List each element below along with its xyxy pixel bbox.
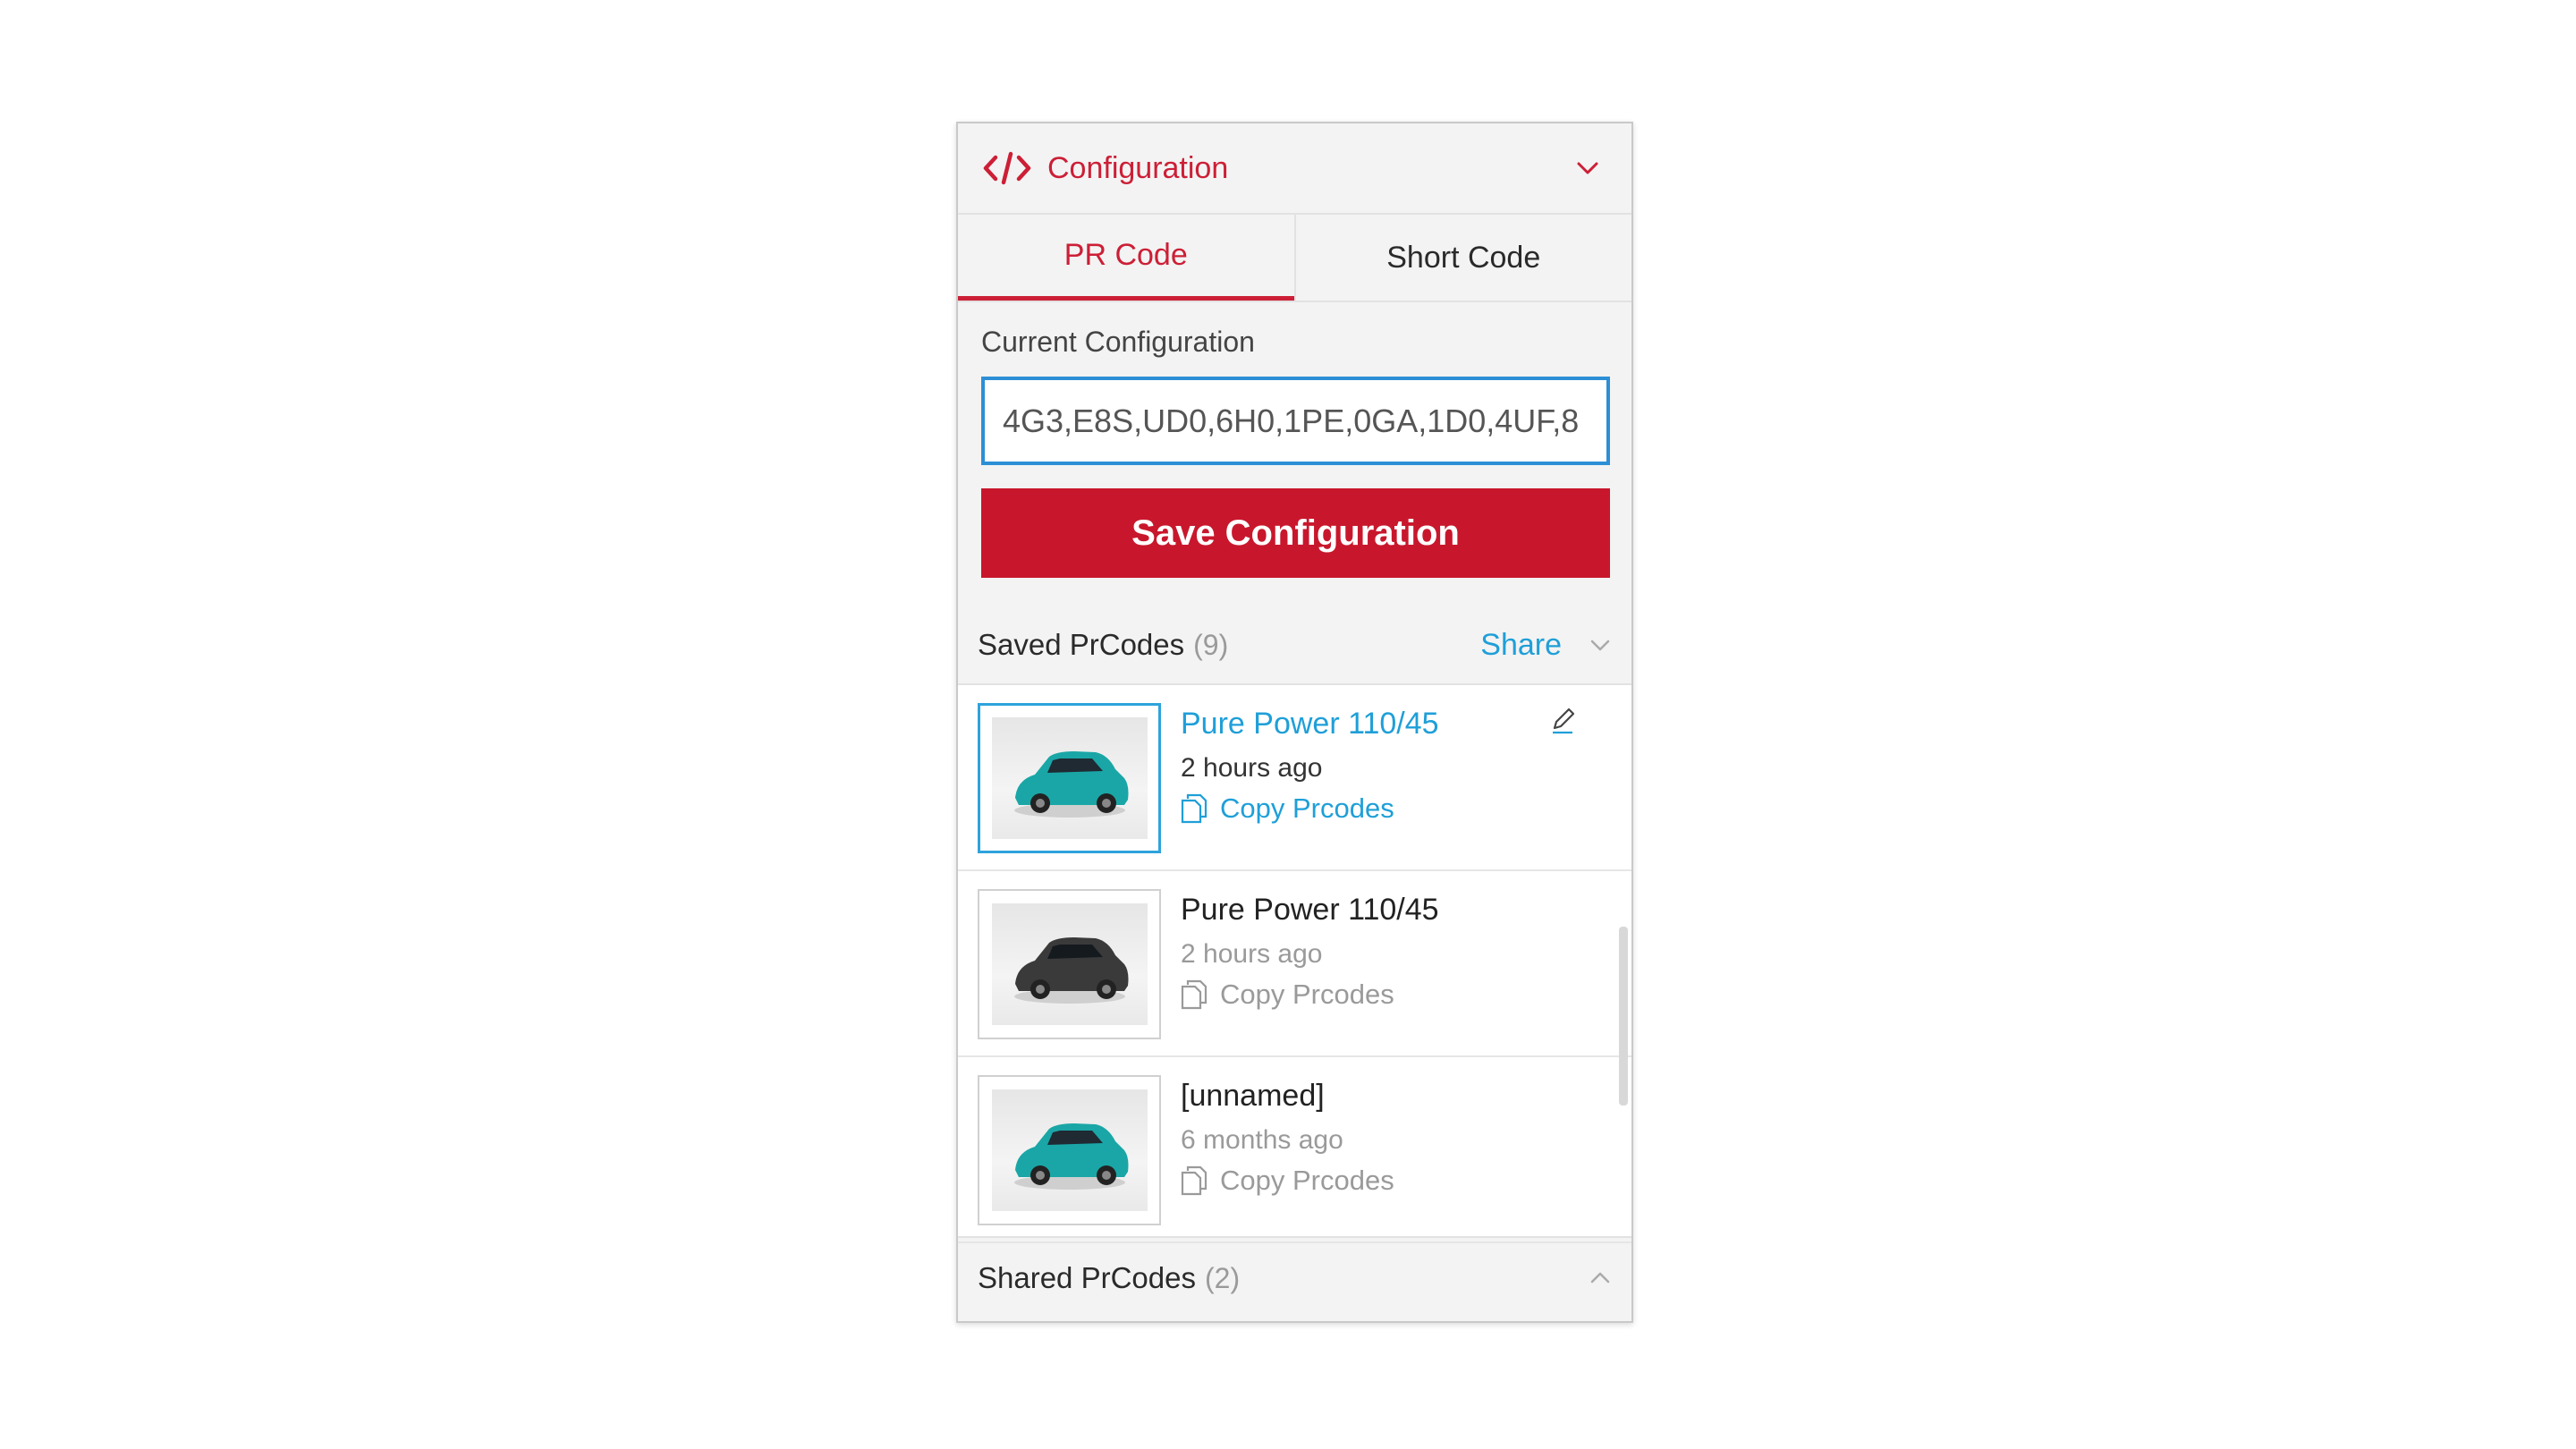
copy-prcodes-label: Copy Prcodes — [1220, 1165, 1394, 1196]
list-item[interactable]: Pure Power 110/45 2 hours ago Copy Prcod… — [958, 685, 1631, 871]
chevron-up-icon[interactable] — [1589, 1267, 1612, 1290]
copy-icon — [1181, 1165, 1208, 1196]
shared-prcodes-header[interactable]: Shared PrCodes (2) — [958, 1236, 1631, 1318]
configuration-time: 2 hours ago — [1181, 939, 1323, 969]
configuration-time: 2 hours ago — [1181, 753, 1323, 783]
configuration-time: 6 months ago — [1181, 1125, 1343, 1155]
current-configuration-label: Current Configuration — [981, 326, 1255, 358]
chevron-down-icon[interactable] — [1574, 155, 1601, 182]
code-tabs: PR Code Short Code — [958, 215, 1631, 302]
saved-prcodes-header[interactable]: Saved PrCodes (9) Share — [958, 606, 1631, 685]
configuration-panel: Configuration PR Code Short Code Current… — [956, 122, 1633, 1323]
saved-prcodes-count: (9) — [1193, 628, 1229, 661]
shared-prcodes-count: (2) — [1204, 1261, 1241, 1294]
shared-prcodes-label: Shared PrCodes — [978, 1261, 1196, 1294]
car-thumbnail[interactable] — [978, 703, 1161, 853]
copy-icon — [1181, 979, 1208, 1010]
panel-header[interactable]: Configuration — [958, 123, 1631, 215]
car-image-icon — [1013, 751, 1128, 818]
configuration-name[interactable]: [unnamed] — [1181, 1077, 1612, 1120]
panel-title: Configuration — [1047, 150, 1229, 185]
configuration-code-input[interactable] — [981, 377, 1610, 465]
car-image-icon — [1013, 1123, 1128, 1190]
copy-prcodes-button[interactable]: Copy Prcodes — [1181, 1165, 1612, 1197]
saved-prcodes-label: Saved PrCodes — [978, 628, 1185, 661]
saved-prcodes-list: Pure Power 110/45 2 hours ago Copy Prcod… — [958, 685, 1631, 1243]
car-thumbnail[interactable] — [978, 1075, 1161, 1225]
copy-prcodes-button[interactable]: Copy Prcodes — [1181, 792, 1612, 825]
copy-prcodes-button[interactable]: Copy Prcodes — [1181, 979, 1612, 1011]
car-thumbnail[interactable] — [978, 889, 1161, 1039]
code-icon — [983, 151, 1031, 185]
chevron-down-icon[interactable] — [1589, 633, 1612, 657]
car-image-icon — [1013, 937, 1128, 1004]
list-scrollbar[interactable] — [1619, 927, 1628, 1106]
save-configuration-button[interactable]: Save Configuration — [981, 488, 1610, 578]
tab-short-code[interactable]: Short Code — [1293, 215, 1632, 301]
share-link[interactable]: Share — [1480, 628, 1562, 663]
tab-pr-code[interactable]: PR Code — [958, 215, 1294, 301]
list-item[interactable]: Pure Power 110/45 2 hours ago Copy Prcod… — [958, 871, 1631, 1057]
edit-pencil-icon[interactable] — [1549, 707, 1578, 735]
copy-icon — [1181, 793, 1208, 824]
copy-prcodes-label: Copy Prcodes — [1220, 792, 1394, 824]
configuration-name[interactable]: Pure Power 110/45 — [1181, 891, 1612, 934]
configuration-name[interactable]: Pure Power 110/45 — [1181, 705, 1612, 748]
copy-prcodes-label: Copy Prcodes — [1220, 979, 1394, 1010]
current-configuration-section: Current Configuration Save Configuration — [958, 302, 1631, 578]
list-item[interactable]: [unnamed] 6 months ago Copy Prcodes — [958, 1057, 1631, 1243]
